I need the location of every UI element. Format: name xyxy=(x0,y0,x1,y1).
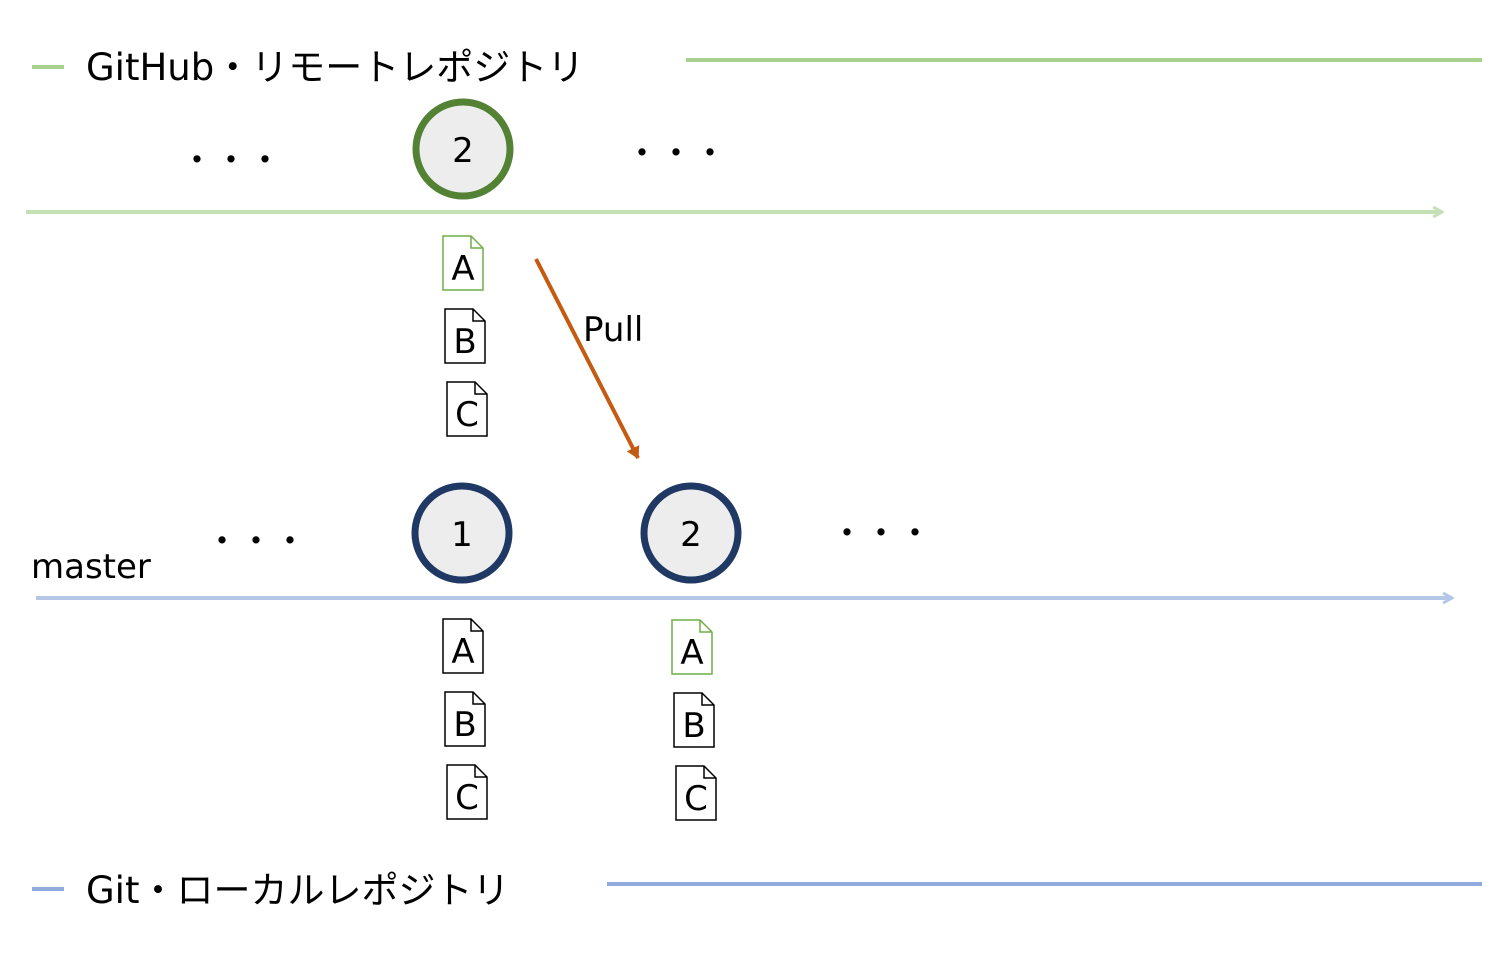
file-label: A xyxy=(680,633,703,673)
file-icon: A xyxy=(442,235,484,291)
file-label: A xyxy=(451,632,474,672)
file-label: B xyxy=(453,705,476,745)
file-label: B xyxy=(682,706,705,746)
remote-repository-section: GitHub・リモートレポジトリ ・・・ ・・・ 2 A B C xyxy=(26,46,1482,437)
local-commit-1-files: A B C xyxy=(442,618,488,820)
file-icon: B xyxy=(444,308,486,364)
diagram-canvas: GitHub・リモートレポジトリ ・・・ ・・・ 2 A B C Pull ・・… xyxy=(26,46,1482,912)
file-icon: B xyxy=(444,691,486,747)
remote-commit-files: A B C xyxy=(442,235,488,437)
file-icon: C xyxy=(675,765,717,821)
file-icon: A xyxy=(671,619,713,675)
pull-operation: Pull xyxy=(534,258,643,459)
local-ellipsis-left: ・・・ xyxy=(205,522,307,562)
local-commit-2-files: A B C xyxy=(671,619,717,821)
file-icon: B xyxy=(673,692,715,748)
remote-ellipsis-left: ・・・ xyxy=(180,141,282,181)
local-commit-label: 1 xyxy=(451,515,473,555)
file-icon: C xyxy=(446,381,488,437)
local-commit-node-2: 2 xyxy=(640,482,742,584)
local-commit-node-1: 1 xyxy=(411,482,513,584)
file-label: C xyxy=(455,395,479,435)
local-repository-title: Git・ローカルレポジトリ xyxy=(86,869,509,912)
local-repository-section: ・・・ ・・・ master 1 2 A B C A B C Git・ローカルレ… xyxy=(31,482,1482,912)
file-label: C xyxy=(455,778,479,818)
file-icon: C xyxy=(446,764,488,820)
remote-ellipsis-right: ・・・ xyxy=(625,134,727,174)
remote-repository-title: GitHub・リモートレポジトリ xyxy=(86,46,584,89)
pull-label: Pull xyxy=(583,310,643,350)
file-icon: A xyxy=(442,618,484,674)
remote-commit-node: 2 xyxy=(412,98,514,200)
remote-commit-label: 2 xyxy=(452,131,474,171)
file-label: C xyxy=(684,779,708,819)
git-pull-diagram: GitHub・リモートレポジトリ ・・・ ・・・ 2 A B C Pull ・・… xyxy=(0,0,1506,957)
file-label: A xyxy=(451,249,474,289)
branch-label: master xyxy=(31,547,151,587)
pull-arrow xyxy=(534,258,640,459)
local-commit-label: 2 xyxy=(680,515,702,555)
file-label: B xyxy=(453,322,476,362)
local-ellipsis-right: ・・・ xyxy=(830,514,932,554)
